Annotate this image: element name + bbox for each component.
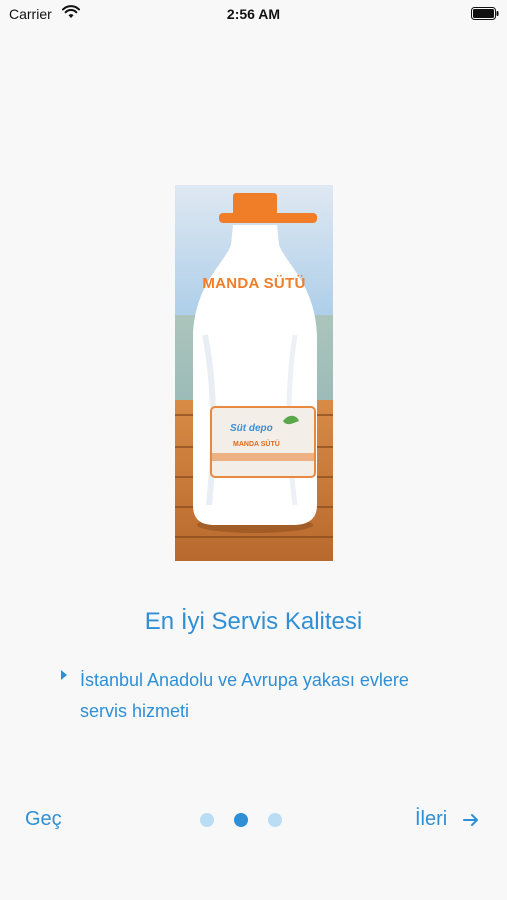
product-image: MANDA SÜTÜ Süt depo MANDA SÜTÜ [175, 185, 333, 561]
clock: 2:56 AM [226, 6, 281, 22]
page-dot-1[interactable] [200, 813, 214, 827]
arrow-right-icon[interactable] [462, 811, 480, 834]
skip-button[interactable]: Geç [25, 808, 62, 831]
status-bar: Carrier 2:56 AM [0, 0, 507, 28]
label-brand-text: Süt depo [230, 423, 273, 434]
bullet-text: İstanbul Anadolu ve Avrupa yakası evlere… [80, 670, 409, 721]
battery-icon [471, 7, 499, 25]
label-product-text: MANDA SÜTÜ [233, 441, 280, 448]
slide-title: En İyi Servis Kalitesi [144, 608, 363, 635]
page-dot-2[interactable] [234, 813, 248, 827]
bullet-triangle-icon [61, 670, 67, 680]
next-button[interactable]: İleri [415, 808, 447, 831]
page-dot-3[interactable] [268, 813, 282, 827]
image-title-text: MANDA SÜTÜ [202, 275, 306, 292]
